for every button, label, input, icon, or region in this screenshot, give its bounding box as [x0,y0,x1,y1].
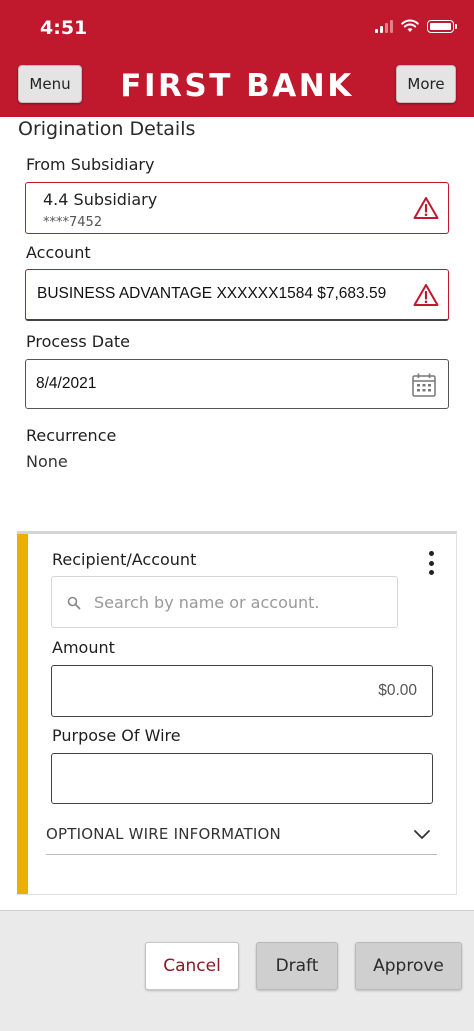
wifi-icon [401,19,419,32]
chevron-down-icon[interactable] [413,828,431,840]
status-time: 4:51 [40,17,88,39]
recurrence-value[interactable]: None [26,452,68,471]
process-date-label: Process Date [26,332,131,351]
recurrence-label: Recurrence [26,426,117,445]
card-accent-bar [17,534,28,894]
divider [46,854,437,855]
recipient-search-input[interactable]: Search by name or account. [51,576,398,628]
subsidiary-name: 4.4 Subsidiary [43,190,158,209]
amount-label: Amount [52,638,115,657]
status-icons [375,19,457,33]
action-footer: Cancel Draft Approve [0,910,474,1031]
purpose-of-wire-input[interactable] [51,753,433,804]
recipient-card: Recipient/Account Search by name or acco… [17,531,457,895]
more-button[interactable]: More [396,65,456,103]
process-date-field[interactable]: 8/4/2021 [25,359,449,409]
cancel-button[interactable]: Cancel [145,942,239,990]
search-placeholder: Search by name or account. [94,593,320,612]
search-icon [67,596,81,610]
optional-wire-info-toggle[interactable]: OPTIONAL WIRE INFORMATION [46,825,281,843]
page-title: Origination Details [18,118,196,140]
warning-icon [413,197,439,219]
calendar-icon[interactable] [411,372,437,398]
status-bar: 4:51 [0,0,474,60]
process-date-value: 8/4/2021 [36,375,97,392]
account-value: BUSINESS ADVANTAGE XXXXXX1584 $7,683.59 [37,285,387,302]
signal-icon [375,19,393,33]
more-options-icon[interactable] [423,548,439,578]
from-subsidiary-label: From Subsidiary [26,155,155,174]
account-select[interactable]: BUSINESS ADVANTAGE XXXXXX1584 $7,683.59 [25,269,449,321]
app-header: Menu FIRST BANK More [0,60,474,117]
purpose-of-wire-label: Purpose Of Wire [52,726,181,745]
amount-input[interactable]: $0.00 [51,665,433,717]
subsidiary-number: ****7452 [43,215,103,230]
amount-value: $0.00 [378,682,417,699]
approve-button[interactable]: Approve [355,942,462,990]
account-label: Account [26,243,91,262]
warning-icon [413,284,439,306]
recipient-account-label: Recipient/Account [52,550,197,569]
subsidiary-select[interactable]: 4.4 Subsidiary ****7452 [25,182,449,234]
draft-button[interactable]: Draft [256,942,338,990]
battery-icon [427,19,457,33]
